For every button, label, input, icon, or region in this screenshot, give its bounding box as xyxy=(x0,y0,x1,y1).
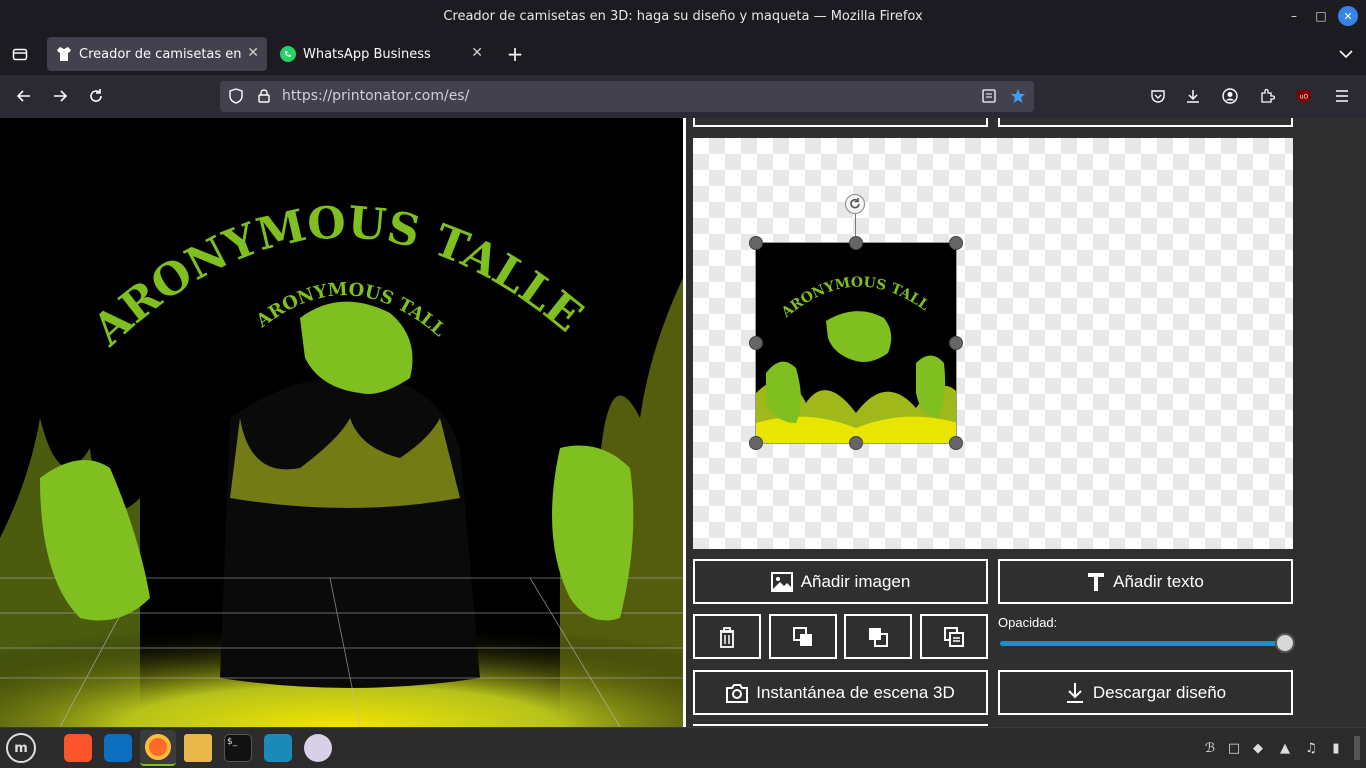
close-window-icon[interactable]: ✕ xyxy=(1338,6,1358,26)
resize-handle-top-left[interactable] xyxy=(749,236,763,250)
resize-handle-bottom-left[interactable] xyxy=(749,436,763,450)
resize-handle-top[interactable] xyxy=(849,236,863,250)
design-editor-panel: ARONYMOUS TALLER Añadir imagen xyxy=(686,118,1366,727)
window-title: Creador de camisetas en 3D: haga su dise… xyxy=(443,9,923,24)
opacity-label: Opacidad: xyxy=(998,615,1058,630)
text-icon xyxy=(1088,572,1105,591)
resize-handle-right[interactable] xyxy=(949,336,963,350)
menu-hamburger-icon[interactable] xyxy=(1328,82,1356,110)
close-tab-icon[interactable]: ✕ xyxy=(247,45,259,61)
screenshot-app-icon[interactable] xyxy=(304,734,332,762)
url-bar[interactable]: https://printonator.com/es/ xyxy=(220,81,1034,112)
send-backward-icon xyxy=(869,627,888,647)
account-icon[interactable] xyxy=(1216,82,1244,110)
download-label: Descargar diseño xyxy=(1092,682,1227,702)
bluetooth-icon[interactable]: ℬ xyxy=(1202,740,1218,756)
new-tab-icon[interactable]: + xyxy=(501,40,529,68)
rotate-handle-icon[interactable] xyxy=(845,194,865,214)
upper-button-right-edge[interactable] xyxy=(998,118,1293,127)
tshirt-3d-render: ARONYMOUS TALLER ARONYMOUS TALLER xyxy=(0,118,683,727)
maximize-icon[interactable]: □ xyxy=(1311,6,1331,26)
extensions-icon[interactable] xyxy=(1253,82,1281,110)
duplicate-icon xyxy=(944,626,964,647)
resize-handle-left[interactable] xyxy=(749,336,763,350)
tab-overview-icon[interactable] xyxy=(6,40,34,68)
pocket-icon[interactable] xyxy=(1144,82,1172,110)
firefox-taskbar-icon[interactable] xyxy=(140,730,176,766)
snapshot-3d-scene-button[interactable]: Instantánea de escena 3D xyxy=(693,670,988,715)
desktop-taskbar: m $_ ℬ □ ◆ ▲ ♫ ▮ xyxy=(0,727,1366,768)
vscode-icon[interactable] xyxy=(104,734,132,762)
shield-tray-icon[interactable]: ◆ xyxy=(1250,740,1266,756)
downloads-icon[interactable] xyxy=(1179,82,1207,110)
trash-icon xyxy=(720,626,734,648)
navigation-bar: https://printonator.com/es/ uO xyxy=(0,75,1366,118)
list-all-tabs-icon[interactable] xyxy=(1332,40,1360,68)
upper-button-left-edge[interactable] xyxy=(693,118,988,127)
url-text: https://printonator.com/es/ xyxy=(282,88,470,104)
tracking-protection-shield-icon[interactable] xyxy=(222,82,250,110)
reload-icon[interactable] xyxy=(82,82,110,110)
opacity-slider-track[interactable] xyxy=(1000,641,1290,646)
bring-forward-button[interactable] xyxy=(769,614,837,659)
mint-menu-icon[interactable]: m xyxy=(6,733,36,763)
duplicate-button[interactable] xyxy=(920,614,988,659)
minimize-icon[interactable]: – xyxy=(1284,6,1304,26)
download-icon xyxy=(1066,682,1083,703)
system-monitor-icon[interactable] xyxy=(264,734,292,762)
tab-bar: Creador de camisetas en 3D ✕ WhatsApp Bu… xyxy=(0,33,1366,75)
brave-browser-icon[interactable] xyxy=(64,734,92,762)
tab-label: Creador de camisetas en 3D xyxy=(79,46,245,62)
add-text-button[interactable]: Añadir texto xyxy=(998,559,1293,604)
tab-label: WhatsApp Business xyxy=(303,46,431,62)
design-canvas[interactable]: ARONYMOUS TALLER xyxy=(693,138,1293,549)
resize-handle-bottom[interactable] xyxy=(849,436,863,450)
svg-text:uO: uO xyxy=(1300,94,1309,101)
tshirt-favicon-icon xyxy=(57,47,71,61)
terminal-icon[interactable]: $_ xyxy=(224,734,252,762)
3d-scene-viewport[interactable]: ARONYMOUS TALLER ARONYMOUS TALLER xyxy=(0,118,683,727)
close-tab-icon[interactable]: ✕ xyxy=(471,45,483,61)
page-content: ARONYMOUS TALLER ARONYMOUS TALLER xyxy=(0,118,1366,727)
add-text-label: Añadir texto xyxy=(1113,571,1204,591)
battery-icon[interactable]: ▮ xyxy=(1328,740,1344,756)
back-icon[interactable] xyxy=(10,82,38,110)
image-icon xyxy=(770,571,793,592)
files-icon[interactable] xyxy=(184,734,212,762)
window-titlebar: Creador de camisetas en 3D: haga su dise… xyxy=(0,0,1366,33)
whatsapp-icon xyxy=(280,46,296,62)
wifi-icon[interactable]: ▲ xyxy=(1277,740,1293,756)
add-image-label: Añadir imagen xyxy=(800,571,911,591)
add-image-button[interactable]: Añadir imagen xyxy=(693,559,988,604)
forward-icon[interactable] xyxy=(46,82,74,110)
selected-design-image[interactable]: ARONYMOUS TALLER xyxy=(755,242,957,444)
bring-forward-icon xyxy=(793,626,812,646)
design-thumbnail: ARONYMOUS TALLER xyxy=(756,243,956,443)
show-desktop-button[interactable] xyxy=(1354,736,1360,760)
send-backward-button[interactable] xyxy=(844,614,912,659)
reader-view-icon[interactable] xyxy=(975,82,1003,110)
download-design-button[interactable]: Descargar diseño xyxy=(998,670,1293,715)
camera-icon xyxy=(726,683,749,703)
ublock-origin-icon[interactable]: uO xyxy=(1290,82,1318,110)
tab-whatsapp[interactable]: WhatsApp Business ✕ xyxy=(271,37,491,71)
music-icon[interactable]: ♫ xyxy=(1303,740,1319,756)
resize-handle-top-right[interactable] xyxy=(949,236,963,250)
tab-tshirt-creator[interactable]: Creador de camisetas en 3D ✕ xyxy=(47,37,267,71)
snapshot-label: Instantánea de escena 3D xyxy=(756,682,955,702)
clipboard-icon[interactable]: □ xyxy=(1226,740,1242,756)
resize-handle-bottom-right[interactable] xyxy=(949,436,963,450)
lock-icon[interactable] xyxy=(250,82,278,110)
delete-button[interactable] xyxy=(693,614,761,659)
bookmark-star-icon[interactable] xyxy=(1004,82,1032,110)
opacity-slider-thumb[interactable] xyxy=(1275,633,1295,653)
